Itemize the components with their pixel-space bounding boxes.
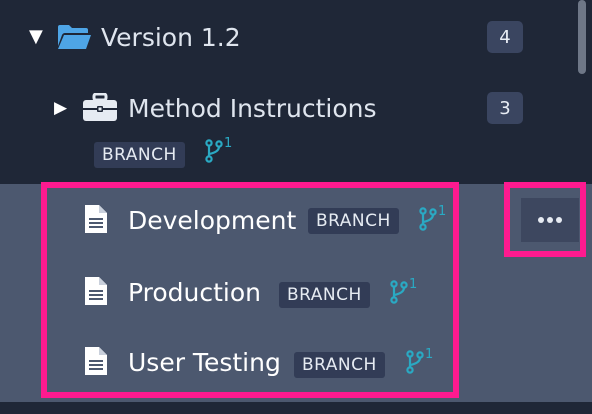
tree-node-label: Version 1.2 xyxy=(101,23,241,52)
count-badge: 3 xyxy=(487,92,523,124)
tree-node-version[interactable]: ▼ Version 1.2 4 xyxy=(0,0,570,74)
briefcase-icon xyxy=(82,92,118,127)
branch-badge: BRANCH xyxy=(94,142,185,168)
tree-node-label: Method Instructions xyxy=(128,94,377,123)
highlight-frame-more-button xyxy=(504,182,586,257)
branch-indicator: 1 xyxy=(205,136,233,163)
git-branch-icon xyxy=(205,139,223,163)
highlight-frame-items xyxy=(41,182,459,398)
branch-count: 1 xyxy=(224,136,233,151)
folder-open-icon xyxy=(56,22,92,56)
tree-node-method-instructions[interactable]: ▶ Method Instructions 3 BRANCH 1 xyxy=(0,74,570,180)
count-badge: 4 xyxy=(487,21,523,53)
expand-caret-icon[interactable]: ▼ xyxy=(29,28,43,46)
scrollbar-thumb[interactable] xyxy=(578,0,586,74)
collapse-caret-icon[interactable]: ▶ xyxy=(54,100,67,117)
